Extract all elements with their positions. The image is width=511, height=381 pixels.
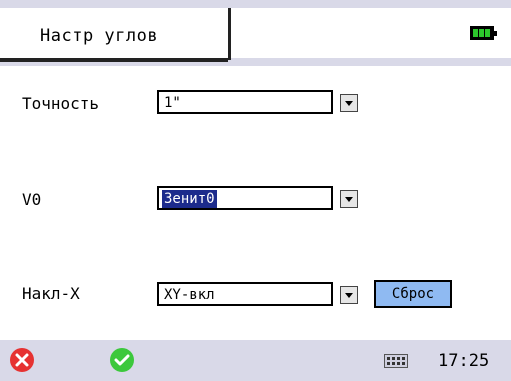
battery-cell (473, 29, 478, 37)
battery-cell (485, 29, 490, 37)
v0-label: V0 (22, 190, 42, 209)
battery-cell (479, 29, 484, 37)
chevron-down-icon (345, 197, 353, 202)
ok-icon[interactable] (110, 348, 134, 372)
accuracy-label: Точность (22, 94, 100, 113)
battery-full-icon (470, 26, 497, 40)
tilt-dropdown-button[interactable] (340, 286, 358, 304)
bottom-bar: 17:25 (0, 340, 511, 381)
clock: 17:25 (438, 351, 490, 371)
title-bar-fill (231, 8, 511, 58)
title-divider (228, 8, 231, 60)
v0-dropdown-button[interactable] (340, 190, 358, 208)
v0-value: Зенит0 (162, 190, 217, 208)
title-bar: Настр углов (0, 0, 511, 66)
accuracy-select[interactable]: 1" (157, 90, 333, 114)
accuracy-value: 1" (164, 95, 181, 111)
cancel-icon[interactable] (10, 348, 34, 372)
tilt-select[interactable]: XY-вкл (157, 282, 333, 306)
keyboard-icon[interactable] (384, 354, 408, 368)
tilt-value: XY-вкл (164, 287, 215, 303)
title-tab: Настр углов (0, 8, 228, 62)
chevron-down-icon (345, 293, 353, 298)
chevron-down-icon (345, 101, 353, 106)
tilt-label: Накл-X (22, 284, 80, 303)
reset-button[interactable]: Сброс (374, 280, 452, 308)
v0-select[interactable]: Зенит0 (157, 186, 333, 210)
page-title: Настр углов (40, 26, 159, 46)
accuracy-dropdown-button[interactable] (340, 94, 358, 112)
